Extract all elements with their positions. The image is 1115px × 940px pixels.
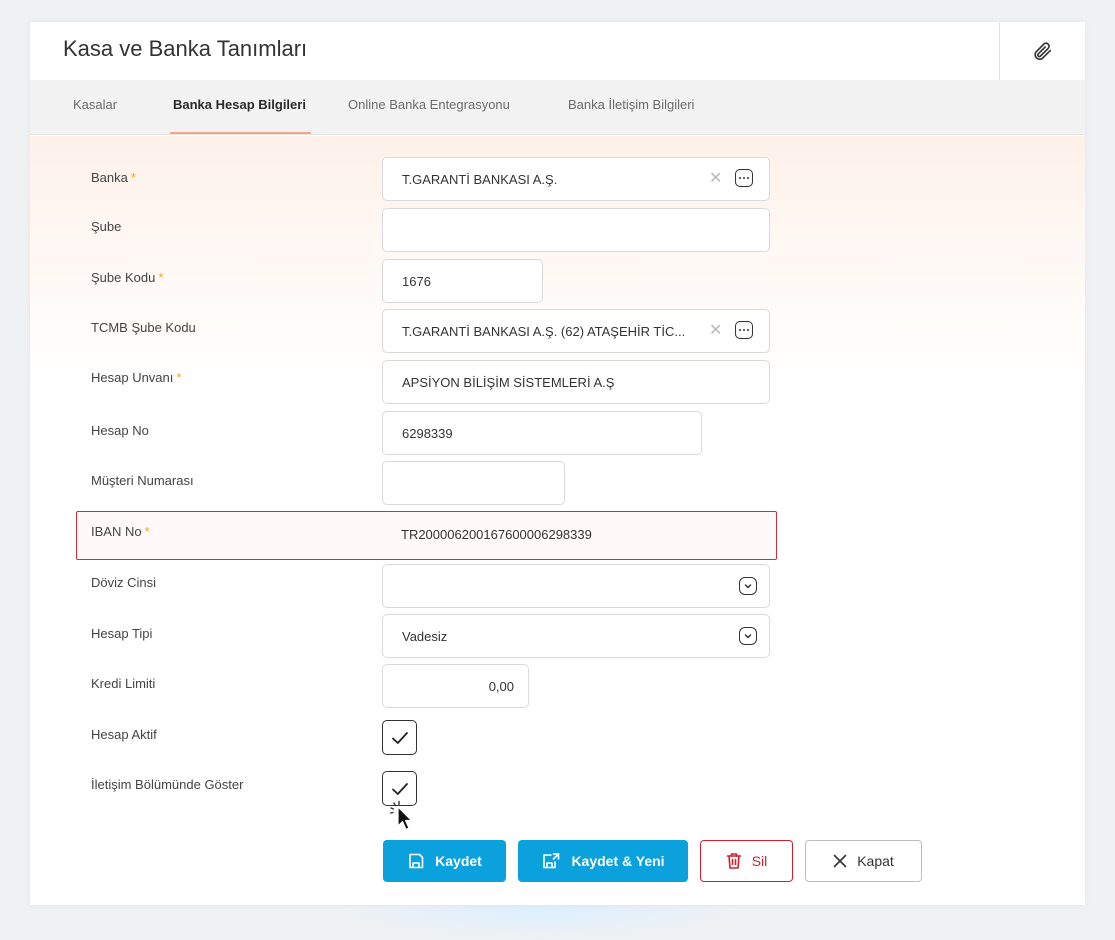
iban-no-value: TR200006200167600006298339: [401, 527, 592, 542]
lookup-button[interactable]: [735, 321, 753, 339]
sube-kodu-value: 1676: [402, 274, 431, 289]
tab-bar: Kasalar Banka Hesap Bilgileri Online Ban…: [30, 80, 1085, 135]
lookup-button[interactable]: [735, 169, 753, 187]
hesap-unvani-value: APSİYON BİLİŞİM SİSTEMLERİ A.Ş: [402, 375, 615, 390]
hesap-aktif-label: Hesap Aktif: [91, 727, 157, 742]
save-and-new-button-label: Kaydet & Yeni: [571, 853, 665, 869]
banka-value: T.GARANTİ BANKASI A.Ş.: [402, 172, 558, 187]
save-icon: [409, 853, 424, 869]
hesap-tipi-value: Vadesiz: [402, 629, 448, 644]
hesap-no-field[interactable]: 6298339: [382, 411, 702, 455]
required-marker: *: [130, 170, 136, 185]
sube-kodu-label: Şube Kodu *: [91, 270, 164, 285]
close-button-label: Kapat: [857, 853, 894, 869]
hesap-no-value: 6298339: [402, 426, 453, 441]
sube-field[interactable]: [382, 208, 770, 252]
chevron-down-icon[interactable]: [739, 627, 757, 645]
iletisim-goster-label: İletişim Bölümünde Göster: [91, 777, 244, 792]
hesap-aktif-checkbox[interactable]: [382, 720, 417, 755]
kredi-limiti-value: 0,00: [488, 679, 514, 694]
checkmark-icon: [391, 731, 408, 744]
save-and-new-button[interactable]: Kaydet & Yeni: [518, 840, 688, 882]
kredi-limiti-label: Kredi Limiti: [91, 676, 156, 691]
active-tab-indicator: [170, 132, 311, 134]
close-icon: [833, 854, 847, 868]
tab-online-banka-entegrasyonu[interactable]: Online Banka Entegrasyonu: [348, 97, 510, 112]
paperclip-icon: [1034, 42, 1052, 61]
delete-button[interactable]: Sil: [700, 840, 793, 882]
tcmb-sube-kodu-field[interactable]: T.GARANTİ BANKASI A.Ş. (62) ATAŞEHİR TİC…: [382, 309, 770, 353]
hesap-tipi-label: Hesap Tipi: [91, 626, 153, 641]
tab-kasalar[interactable]: Kasalar: [73, 97, 117, 112]
attach-button[interactable]: [999, 22, 1084, 80]
required-marker: *: [176, 370, 182, 385]
doviz-cinsi-label: Döviz Cinsi: [91, 575, 157, 590]
tcmb-sube-kodu-value: T.GARANTİ BANKASI A.Ş. (62) ATAŞEHİR TİC…: [402, 324, 686, 339]
checkmark-icon: [391, 782, 408, 795]
kredi-limiti-field[interactable]: 0,00: [382, 664, 529, 708]
required-marker: *: [144, 524, 150, 539]
hesap-unvani-field[interactable]: APSİYON BİLİŞİM SİSTEMLERİ A.Ş: [382, 360, 770, 404]
sube-kodu-field[interactable]: 1676: [382, 259, 543, 303]
save-button-label: Kaydet: [435, 853, 482, 869]
banka-label: Banka *: [91, 170, 136, 185]
tab-banka-iletisim-bilgileri[interactable]: Banka İletişim Bilgileri: [568, 97, 694, 112]
tab-banka-hesap-bilgileri[interactable]: Banka Hesap Bilgileri: [173, 97, 306, 112]
required-marker: *: [158, 270, 164, 285]
save-button[interactable]: Kaydet: [383, 840, 506, 882]
musteri-numarasi-label: Müşteri Numarası: [91, 473, 194, 488]
sube-label: Şube: [91, 219, 122, 234]
dialog-header: Kasa ve Banka Tanımları: [30, 22, 1085, 80]
hesap-unvani-label: Hesap Unvanı *: [91, 370, 182, 385]
delete-button-label: Sil: [751, 853, 768, 869]
dialog-panel: Kasa ve Banka Tanımları Kasalar Banka He…: [30, 22, 1085, 905]
clear-icon[interactable]: ✕: [709, 322, 722, 340]
save-new-icon: [543, 853, 560, 869]
mouse-cursor-icon: [389, 800, 413, 831]
hesap-tipi-select[interactable]: Vadesiz: [382, 614, 770, 658]
iban-no-field[interactable]: TR200006200167600006298339: [382, 513, 772, 558]
tcmb-sube-kodu-label: TCMB Şube Kodu: [91, 320, 196, 335]
iban-no-label: IBAN No *: [91, 524, 150, 539]
page-title: Kasa ve Banka Tanımları: [63, 36, 308, 61]
close-button[interactable]: Kapat: [805, 840, 922, 882]
trash-icon: [726, 853, 742, 869]
banka-field[interactable]: T.GARANTİ BANKASI A.Ş. ✕: [382, 157, 770, 201]
doviz-cinsi-select[interactable]: [382, 564, 770, 608]
hesap-no-label: Hesap No: [91, 423, 149, 438]
musteri-numarasi-field[interactable]: [382, 461, 565, 505]
clear-icon[interactable]: ✕: [709, 170, 722, 188]
chevron-down-icon[interactable]: [739, 577, 757, 595]
